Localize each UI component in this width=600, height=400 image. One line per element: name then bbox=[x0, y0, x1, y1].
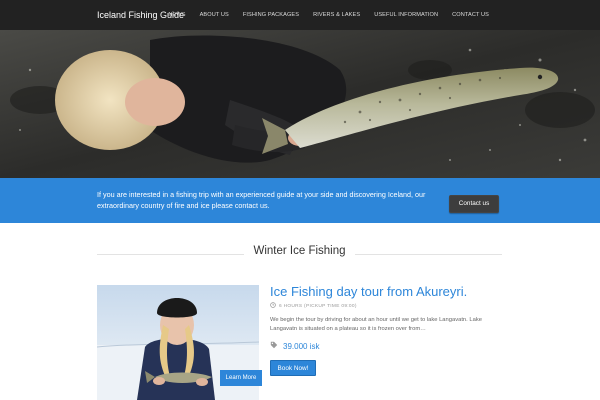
tour-description: We begin the tour by driving for about a… bbox=[270, 317, 482, 332]
heading-divider-right bbox=[355, 254, 502, 255]
nav-item-rivers-lakes[interactable]: RIVERS & LAKES bbox=[306, 0, 367, 30]
tour-price: 39.000 isk bbox=[270, 341, 319, 351]
navbar: Iceland Fishing Guide NEWS ABOUT US FISH… bbox=[0, 0, 600, 30]
section-heading: Winter Ice Fishing bbox=[97, 244, 502, 264]
nav-item-useful-information[interactable]: USEFUL INFORMATION bbox=[367, 0, 445, 30]
tour-price-value: 39.000 isk bbox=[283, 341, 320, 351]
book-now-button[interactable]: Book Now! bbox=[270, 360, 316, 376]
contact-cta-bar: If you are interested in a fishing trip … bbox=[0, 178, 600, 223]
clock-icon bbox=[270, 302, 276, 310]
tour-title-link[interactable]: Ice Fishing day tour from Akureyri. bbox=[270, 284, 467, 299]
nav-item-news[interactable]: NEWS bbox=[161, 0, 192, 30]
nav-item-fishing-packages[interactable]: FISHING PACKAGES bbox=[236, 0, 306, 30]
hero-image bbox=[0, 30, 600, 178]
nav-item-about-us[interactable]: ABOUT US bbox=[193, 0, 236, 30]
section-title: Winter Ice Fishing bbox=[253, 245, 346, 257]
nav-item-contact-us[interactable]: CONTACT US bbox=[445, 0, 496, 30]
learn-more-button[interactable]: Learn More bbox=[220, 370, 262, 386]
contact-us-button-wrap: Contact us bbox=[449, 192, 499, 213]
cta-text: If you are interested in a fishing trip … bbox=[97, 190, 426, 210]
tour-duration-text: 6 HOURS (PICKUP TIME 09:00) bbox=[279, 303, 357, 309]
main-nav: NEWS ABOUT US FISHING PACKAGES RIVERS & … bbox=[161, 0, 496, 30]
price-tag-icon bbox=[270, 341, 278, 351]
tour-duration: 6 HOURS (PICKUP TIME 09:00) bbox=[270, 302, 357, 310]
contact-us-button[interactable]: Contact us bbox=[449, 194, 499, 213]
